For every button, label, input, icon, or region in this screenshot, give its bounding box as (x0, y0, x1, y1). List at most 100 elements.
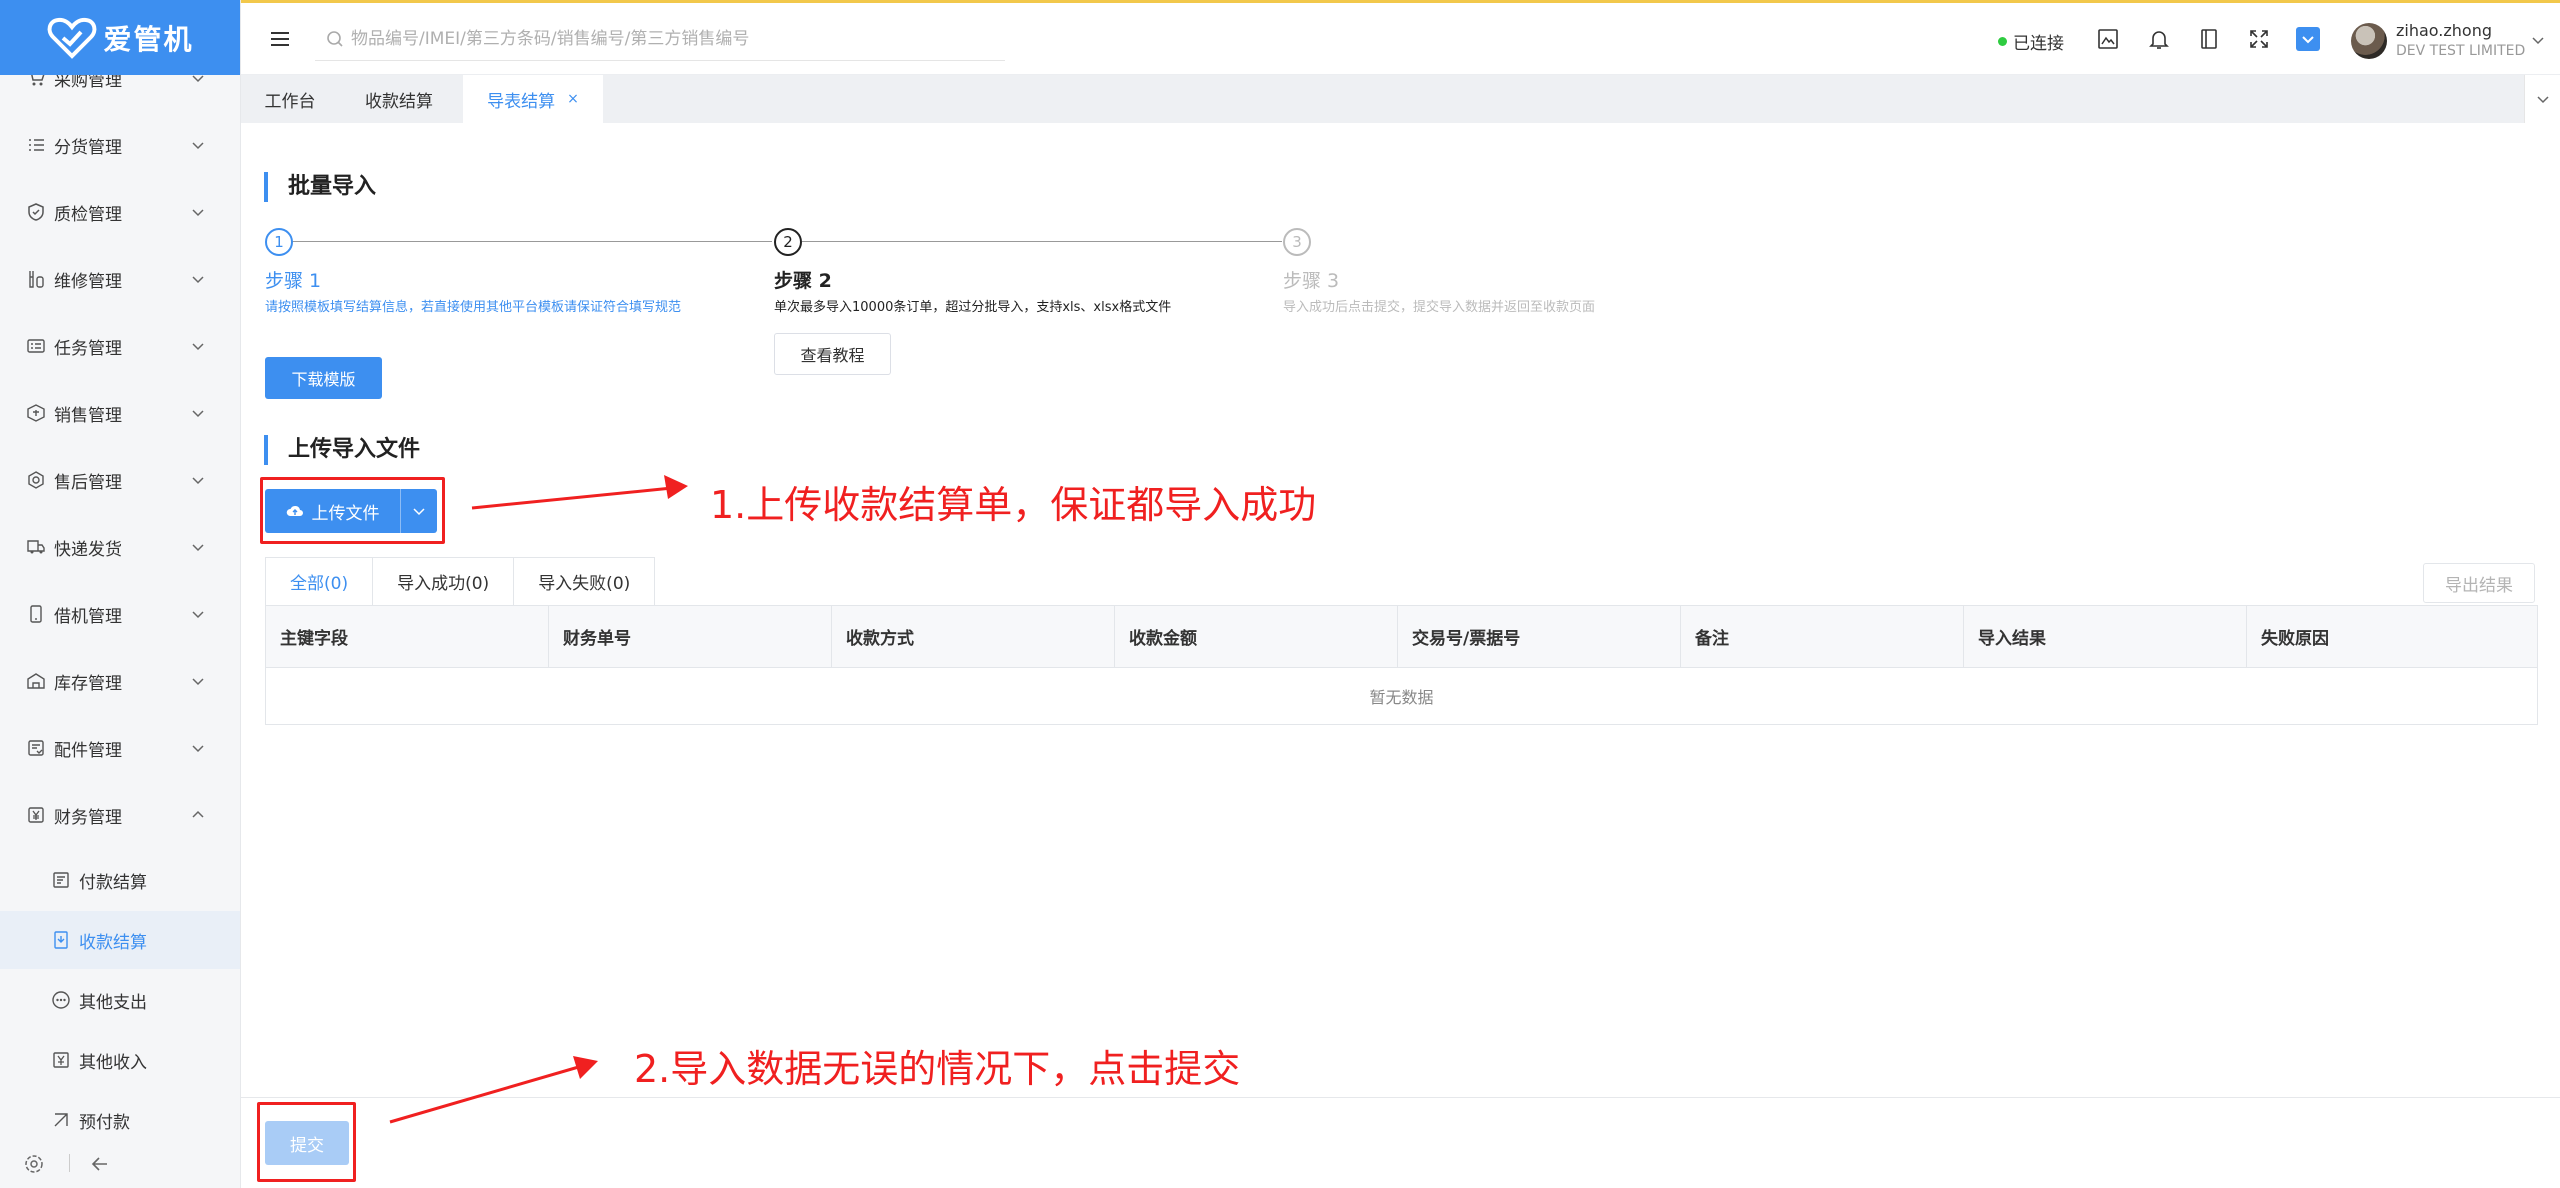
task-card-icon (27, 339, 45, 353)
status-dot (1998, 37, 2007, 46)
chevron-down-icon (192, 745, 204, 753)
column-header: 收款方式 (832, 606, 1115, 667)
picture-icon[interactable] (2096, 27, 2120, 51)
tab-import-success[interactable]: 导入成功(0) (372, 557, 515, 605)
sidebar-item-finance[interactable]: 财务管理 (0, 785, 240, 845)
sidebar-subitem-other-expense[interactable]: 其他支出 (0, 971, 240, 1029)
bell-icon[interactable] (2147, 27, 2171, 51)
sidebar-subitem-payment-settlement[interactable]: 付款结算 (0, 851, 240, 909)
column-header: 收款金额 (1115, 606, 1398, 667)
list-icon (29, 139, 44, 151)
sidebar-item-label: 分货管理 (54, 137, 122, 158)
sidebar-item-sales[interactable]: 销售管理 (0, 383, 240, 443)
download-template-button[interactable]: 下载模版 (265, 357, 382, 399)
tab-all-results[interactable]: 全部(0) (265, 557, 374, 605)
sidebar-item-borrow[interactable]: 借机管理 (0, 584, 240, 644)
chevron-down-icon (192, 276, 204, 284)
connection-status: 已连接 (1998, 29, 2064, 54)
search-input[interactable] (351, 28, 991, 49)
sidebar-subitem-label: 其他支出 (79, 992, 147, 1013)
chevron-down-icon (192, 544, 204, 552)
sidebar-item-express[interactable]: 快递发货 (0, 517, 240, 577)
settings-icon[interactable] (23, 1153, 45, 1175)
receipt-icon (54, 931, 68, 949)
warehouse-icon (27, 673, 45, 689)
dropdown-toggle-icon[interactable] (2296, 27, 2320, 51)
step-3-title: 步骤 3 (1283, 270, 1340, 292)
logo-text: 爱管机 (103, 22, 194, 56)
user-name[interactable]: zihao.zhong (2396, 21, 2492, 40)
tabs-more-button[interactable] (2524, 75, 2560, 123)
sidebar-item-label: 快递发货 (54, 539, 122, 560)
column-header: 导入结果 (1964, 606, 2247, 667)
section-title-upload: 上传导入文件 (264, 435, 420, 465)
parts-icon (28, 740, 44, 756)
step-2-description: 单次最多导入10000条订单，超过分批导入，支持xls、xlsx格式文件 (774, 300, 1172, 315)
wrench-icon (29, 271, 44, 288)
global-search (315, 17, 1005, 61)
prepay-icon (54, 1113, 68, 1127)
app-logo: 爱管机 (0, 0, 240, 75)
import-results-table: 主键字段 财务单号 收款方式 收款金额 交易号/票据号 备注 导入结果 失败原因… (265, 605, 2538, 725)
close-icon[interactable]: × (567, 91, 579, 107)
fullscreen-icon[interactable] (2247, 27, 2271, 51)
sidebar-subitem-label: 付款结算 (79, 872, 147, 893)
aftersale-icon (28, 471, 44, 489)
payment-icon (53, 872, 69, 888)
shield-check-icon (28, 203, 44, 221)
chevron-down-icon[interactable] (2531, 33, 2545, 47)
column-header: 备注 (1681, 606, 1964, 667)
column-header: 主键字段 (266, 606, 549, 667)
chevron-down-icon (192, 410, 204, 418)
sidebar-item-label: 库存管理 (54, 673, 122, 694)
annotation-arrowhead-submit (573, 1056, 598, 1079)
step-3-description: 导入成功后点击提交，提交导入数据并返回至收款页面 (1283, 300, 1596, 315)
page-tabs: 工作台 收款结算 导表结算 × (241, 75, 2560, 123)
tab-receipt-settlement[interactable]: 收款结算 (339, 75, 459, 123)
sidebar-item-label: 售后管理 (54, 472, 122, 493)
sidebar-item-repair[interactable]: 维修管理 (0, 249, 240, 309)
phone-icon (30, 605, 42, 623)
sidebar-item-inventory[interactable]: 库存管理 (0, 651, 240, 711)
step-1-description: 请按照模板填写结算信息，若直接使用其他平台模板请保证符合填写规范 (265, 300, 682, 315)
sidebar-subitem-other-income[interactable]: 其他收入 (0, 1031, 240, 1089)
menu-toggle-icon[interactable] (268, 27, 292, 51)
sidebar-subitem-receipt-settlement[interactable]: 收款结算 (0, 911, 240, 969)
dots-circle-icon (52, 991, 70, 1009)
collapse-arrow-left-icon[interactable] (89, 1153, 111, 1175)
sidebar-subitem-label: 预付款 (79, 1112, 130, 1133)
annotation-arrow-upload (471, 486, 673, 510)
user-organization: DEV TEST LIMITED (2396, 43, 2526, 59)
table-header: 主键字段 财务单号 收款方式 收款金额 交易号/票据号 备注 导入结果 失败原因 (266, 606, 2537, 668)
chevron-down-icon (192, 477, 204, 485)
connection-label: 已连接 (2013, 34, 2064, 54)
tab-workbench[interactable]: 工作台 (241, 75, 339, 123)
sales-icon (27, 404, 45, 422)
sidebar-item-label: 质检管理 (54, 204, 122, 225)
column-header: 失败原因 (2261, 629, 2329, 649)
sidebar-item-parts[interactable]: 配件管理 (0, 718, 240, 778)
divider (69, 1154, 70, 1172)
view-tutorial-button[interactable]: 查看教程 (774, 333, 891, 375)
top-header: 已连接 zihao.zhong DEV TEST LIMITED (241, 0, 2560, 75)
step-2-indicator: 2 (774, 228, 802, 256)
yuan-icon (28, 807, 44, 823)
export-results-button[interactable]: 导出结果 (2423, 563, 2535, 603)
sidebar-subitem-label: 收款结算 (79, 932, 147, 953)
annotation-highlight-submit (257, 1102, 356, 1182)
tab-label: 收款结算 (365, 91, 433, 112)
avatar[interactable] (2351, 23, 2387, 59)
column-header: 财务单号 (549, 606, 832, 667)
sidebar-item-distribution[interactable]: 分货管理 (0, 115, 240, 175)
search-icon (327, 30, 343, 47)
tab-label: 工作台 (264, 91, 316, 112)
truck-icon (27, 540, 45, 554)
sidebar-item-aftersale[interactable]: 售后管理 (0, 450, 240, 510)
sidebar-item-qc[interactable]: 质检管理 (0, 182, 240, 242)
notebook-icon[interactable] (2197, 27, 2221, 51)
chevron-up-icon (192, 810, 204, 818)
tab-import-failed[interactable]: 导入失败(0) (513, 557, 656, 605)
tab-import-settlement[interactable]: 导表结算 × (463, 75, 603, 123)
column-header: 交易号/票据号 (1398, 606, 1681, 667)
sidebar-item-task[interactable]: 任务管理 (0, 316, 240, 376)
